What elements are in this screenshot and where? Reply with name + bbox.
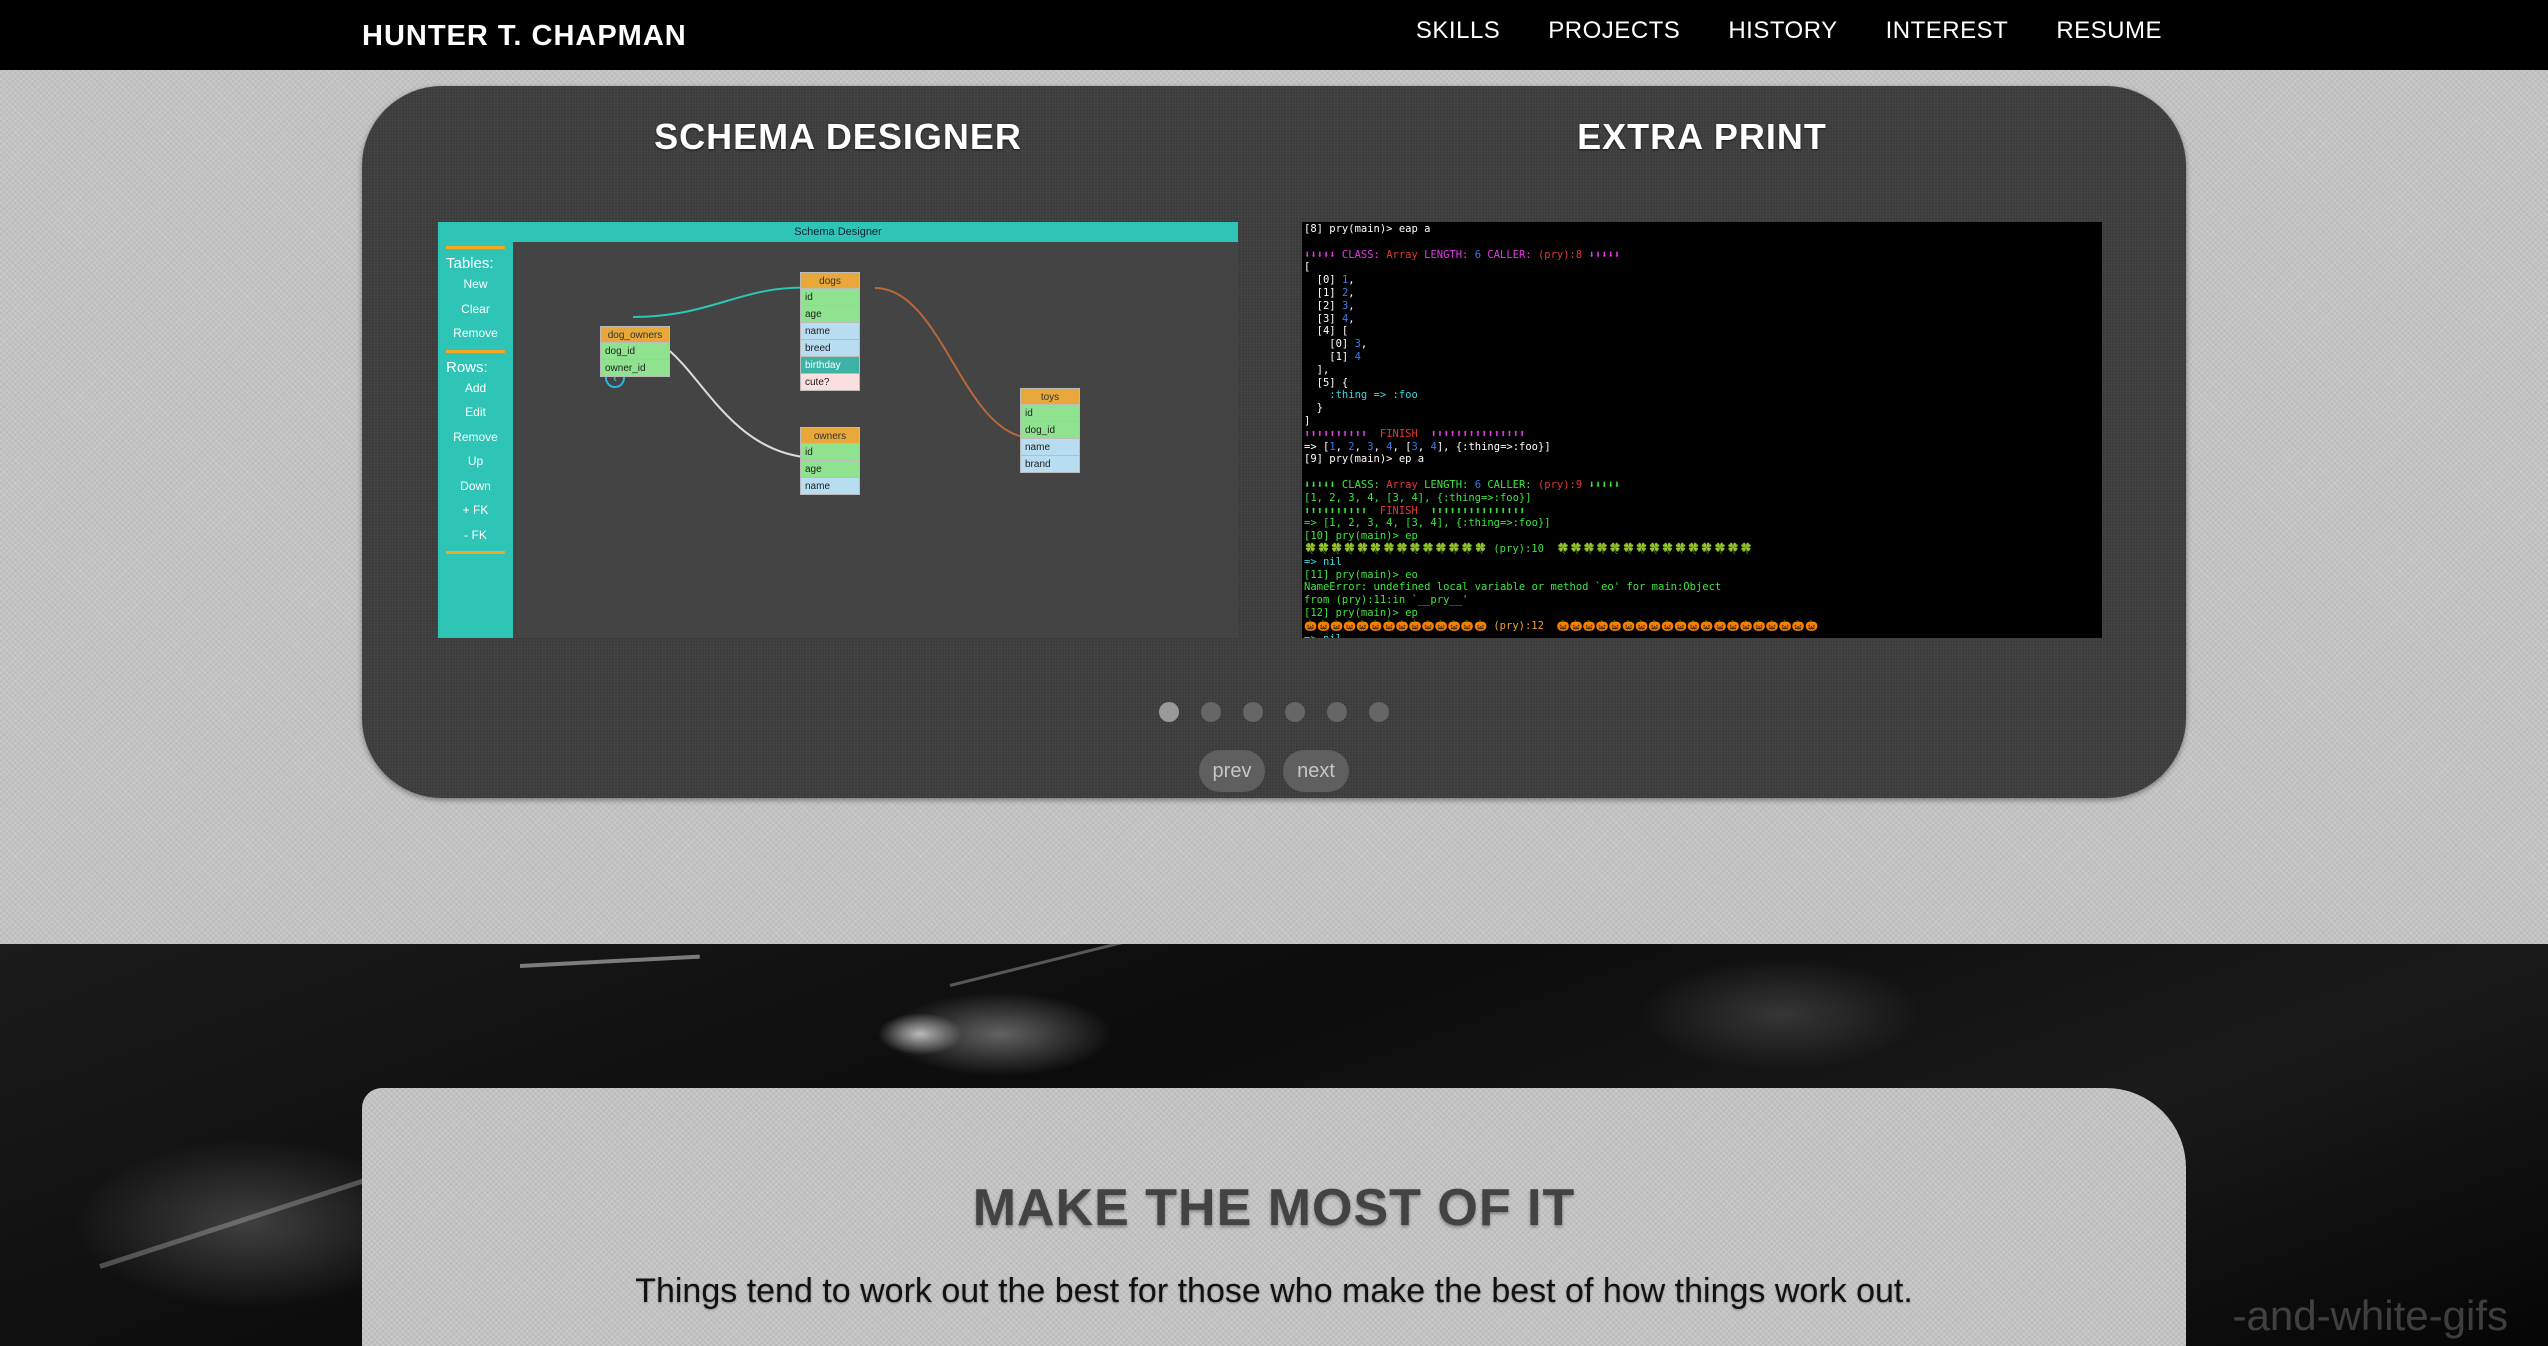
quote-title: MAKE THE MOST OF IT [972, 1179, 1576, 1237]
project-slider: SCHEMA DESIGNER Schema Designer Tables: … [362, 86, 2186, 798]
slide-title: SCHEMA DESIGNER [654, 116, 1022, 157]
divider [446, 349, 505, 353]
table-row: dog_id [600, 343, 670, 360]
watermark-text: -and-white-gifs [2232, 1292, 2508, 1339]
table-header: owners [800, 427, 860, 444]
table-row: dog_id [1020, 422, 1080, 439]
quote-card: MAKE THE MOST OF IT Things tend to work … [362, 1088, 2186, 1346]
nav-interest[interactable]: INTEREST [1886, 17, 2009, 45]
row-action: + FK [462, 503, 489, 517]
slider-dot[interactable] [1369, 702, 1389, 722]
divider [446, 551, 505, 554]
table-header: toys [1020, 388, 1080, 405]
table-row: breed [800, 340, 860, 357]
row-action: - FK [464, 527, 487, 542]
table-row: id [1020, 405, 1080, 422]
table-toys: toys id dog_id name brand [1020, 388, 1080, 473]
table-row: name [800, 478, 860, 495]
slider-dot[interactable] [1201, 702, 1221, 722]
slide-extra-print: EXTRA PRINT [8] pry(main)> eap a ⬇⬇⬇⬇⬇ C… [1302, 86, 2102, 686]
table-header: dog_owners [600, 326, 670, 343]
next-button[interactable]: next [1283, 750, 1349, 792]
slider-dot[interactable] [1159, 702, 1179, 722]
table-row: owner_id [600, 360, 670, 377]
quote-text: Things tend to work out the best for tho… [635, 1272, 1913, 1310]
main-nav: SKILLS PROJECTS HISTORY INTEREST RESUME [1416, 17, 2162, 45]
row-action: Remove [453, 429, 498, 444]
table-dog-owners: dog_owners dog_id owner_id [600, 326, 670, 377]
table-dogs: dogs id age name breed birthday cute? [800, 272, 860, 391]
nav-skills[interactable]: SKILLS [1416, 17, 1500, 45]
prev-button[interactable]: prev [1199, 750, 1265, 792]
table-row: age [800, 461, 860, 478]
table-row: cute? [800, 374, 860, 391]
schema-canvas: ‹ dog_owners dog_id owner_id dogs id age… [513, 242, 1238, 638]
rows-heading: Rows: [446, 358, 488, 376]
table-owners: owners id age name [800, 427, 860, 495]
row-action: Down [460, 478, 491, 493]
divider [446, 246, 505, 249]
nav-history[interactable]: HISTORY [1728, 17, 1837, 45]
row-action: Add [464, 380, 487, 395]
slider-dot[interactable] [1285, 702, 1305, 722]
table-action: Remove [453, 326, 498, 340]
app-title-bar: Schema Designer [438, 222, 1238, 242]
table-header: dogs [800, 272, 860, 289]
top-nav-bar: HUNTER T. CHAPMAN SKILLS PROJECTS HISTOR… [0, 0, 2548, 70]
table-row: age [800, 306, 860, 323]
brand-name[interactable]: HUNTER T. CHAPMAN [362, 20, 687, 53]
nav-projects[interactable]: PROJECTS [1548, 17, 1680, 45]
slider-dots [362, 702, 2186, 722]
table-row: name [800, 323, 860, 340]
table-row: brand [1020, 456, 1080, 473]
table-row: id [800, 444, 860, 461]
light-streak [519, 954, 700, 968]
table-row: id [800, 289, 860, 306]
row-action: Up [467, 454, 484, 468]
nav-resume[interactable]: RESUME [2056, 17, 2162, 45]
extra-print-screenshot[interactable]: [8] pry(main)> eap a ⬇⬇⬇⬇⬇ CLASS: Array … [1302, 222, 2102, 638]
table-action: Clear [461, 301, 490, 316]
table-row: name [1020, 439, 1080, 456]
table-action: New [463, 277, 488, 291]
slider-controls: prev next [362, 750, 2186, 792]
slider-dot[interactable] [1327, 702, 1347, 722]
slide-title: EXTRA PRINT [1577, 116, 1827, 157]
relation-lines [632, 286, 1034, 459]
row-action: Edit [465, 405, 486, 419]
slide-schema-designer: SCHEMA DESIGNER Schema Designer Tables: … [438, 86, 1238, 686]
table-row: birthday [800, 357, 860, 374]
app-sidebar: Tables: New Clear Remove Rows: Add Edit … [438, 242, 513, 638]
light-streak [949, 944, 1203, 987]
light-streak [99, 1171, 387, 1269]
slider-dot[interactable] [1243, 702, 1263, 722]
schema-designer-screenshot[interactable]: Schema Designer Tables: New Clear Remove… [438, 222, 1238, 638]
tables-heading: Tables: [446, 255, 494, 272]
